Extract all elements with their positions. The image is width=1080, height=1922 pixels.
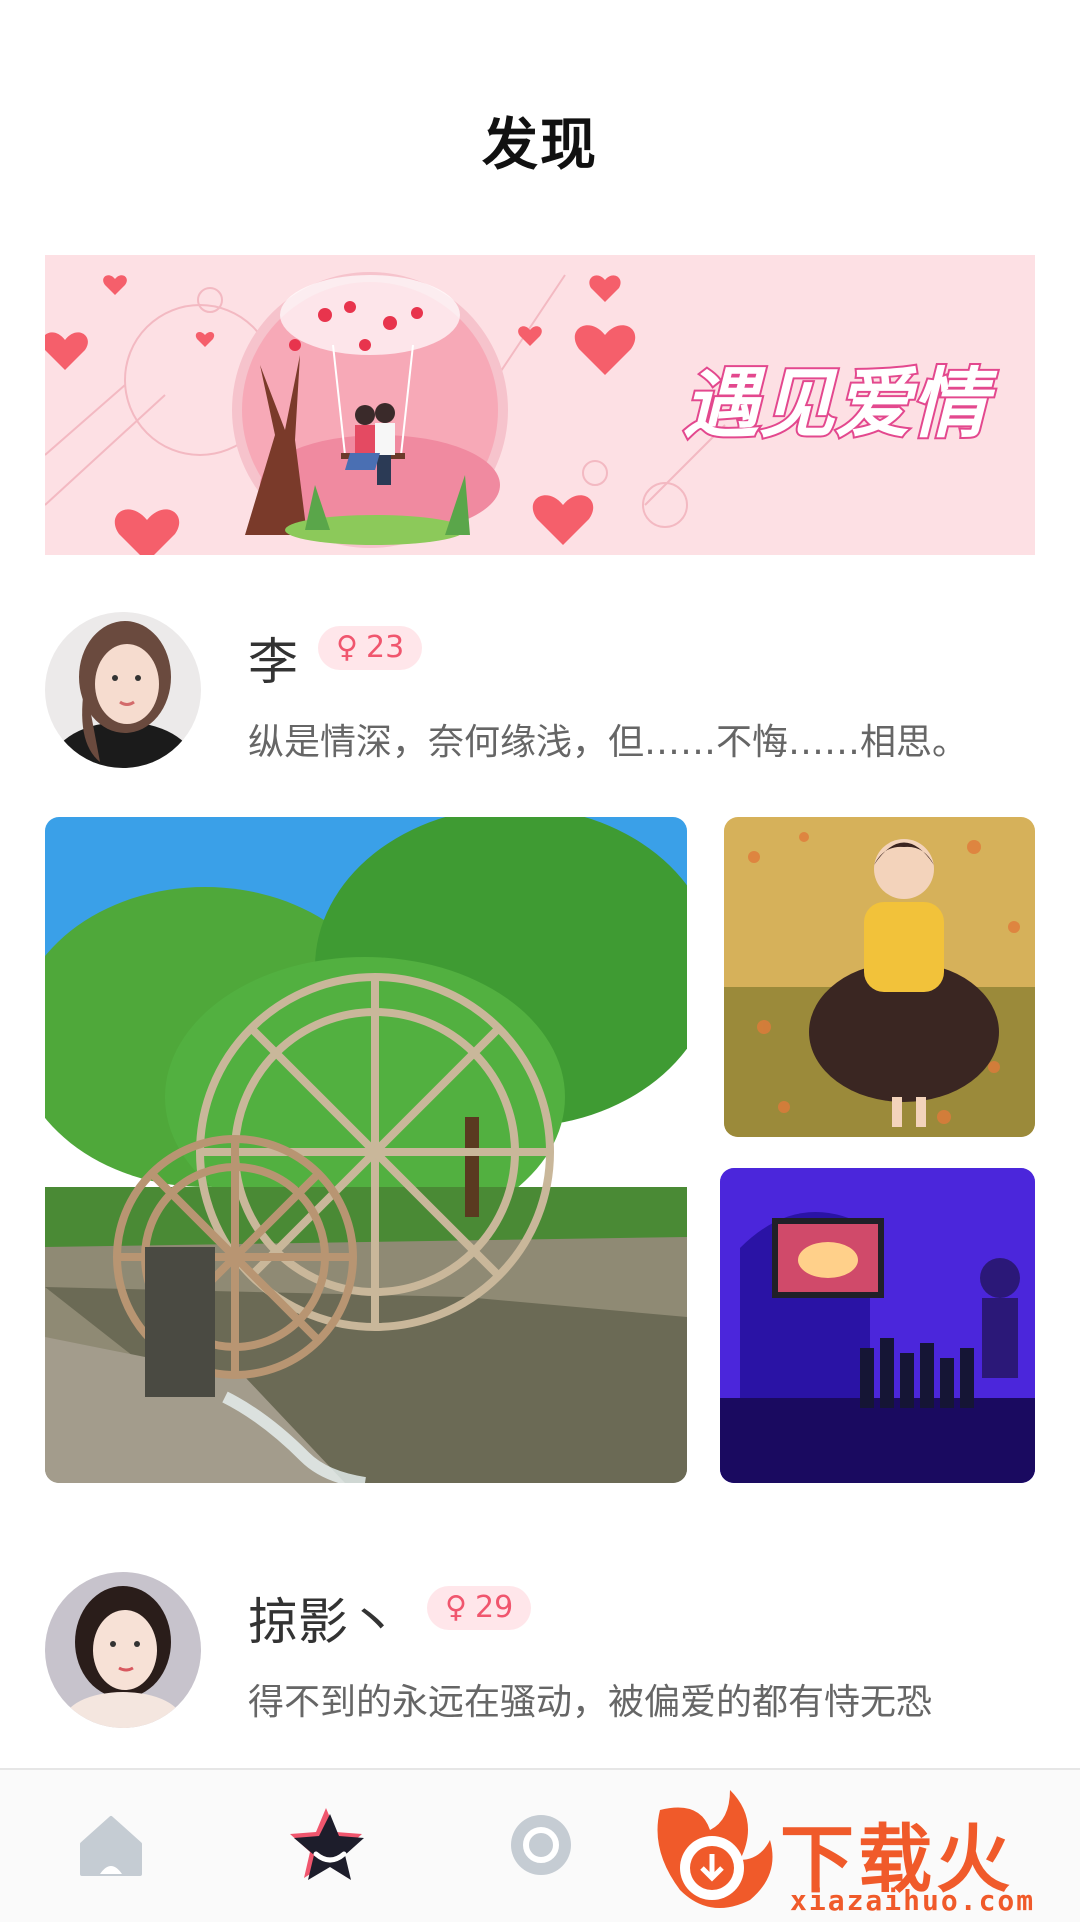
post-bio: 得不到的永远在骚动，被偏爱的都有恃无恐 <box>248 1682 933 1723</box>
username: 李 <box>248 633 298 691</box>
avatar-image <box>45 1572 201 1728</box>
photo-girl-illustration[interactable] <box>724 817 1035 1137</box>
avatar[interactable] <box>45 612 201 768</box>
waterwheel-image <box>45 817 687 1483</box>
girl-illustration-image <box>724 817 1035 1137</box>
header: 发现 <box>0 0 1080 250</box>
female-icon: ♀ <box>445 1590 467 1625</box>
tab-moments[interactable] <box>506 1810 576 1880</box>
avatar[interactable] <box>45 1572 201 1728</box>
post-card[interactable]: 掠影丶 ♀ 29 得不到的永远在骚动，被偏爱的都有恃无恐 <box>0 1560 1080 1780</box>
post-bio: 纵是情深，奈何缘浅，但……不悔……相思。 <box>248 722 969 763</box>
tab-home[interactable] <box>76 1810 146 1880</box>
female-icon: ♀ <box>336 630 358 665</box>
age-badge: ♀ 23 <box>318 626 423 670</box>
avatar-image <box>45 612 201 768</box>
banner-title: 遇见爱情 <box>683 359 998 448</box>
banner-illustration: 遇见爱情 <box>45 255 1035 555</box>
home-icon <box>80 1816 142 1876</box>
age-value: 29 <box>474 1590 514 1625</box>
watermark-url: xiazaihuo.com <box>790 1884 1036 1917</box>
username: 掠影丶 <box>248 1593 398 1651</box>
photo-waterwheel[interactable] <box>45 817 687 1483</box>
watermark: 下载火 xiazaihuo.com <box>640 1780 1080 1920</box>
bar-scene-image <box>720 1168 1035 1483</box>
star-icon <box>290 1808 364 1880</box>
tab-discover[interactable] <box>286 1804 366 1884</box>
age-badge: ♀ 29 <box>427 1586 532 1630</box>
banner[interactable]: 遇见爱情 <box>45 255 1035 555</box>
photo-bar-scene[interactable] <box>720 1168 1035 1483</box>
page-title: 发现 <box>482 113 598 178</box>
post-card[interactable]: 李 ♀ 23 纵是情深，奈何缘浅，但……不悔……相思。 <box>0 600 1080 1500</box>
age-value: 23 <box>365 630 405 665</box>
flame-logo-icon <box>657 1790 773 1908</box>
circle-icon <box>511 1815 571 1875</box>
